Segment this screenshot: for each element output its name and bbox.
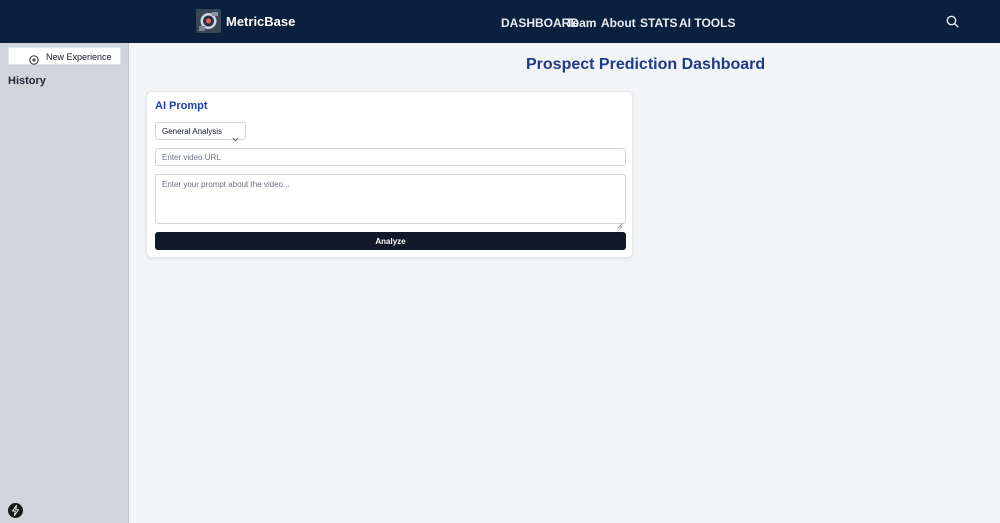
nav-ai-tools[interactable]: AI TOOLS [679,16,735,30]
page-title: Prospect Prediction Dashboard [526,56,766,73]
bolt-icon[interactable] [8,503,23,518]
history-heading: History [8,75,46,87]
card-title: AI Prompt [155,100,208,112]
video-url-input[interactable] [155,148,626,166]
nav-team[interactable]: Team [566,16,596,30]
main-nav: DASHBOARD Team About STATS AI TOOLS [0,16,1000,30]
analysis-type-select[interactable]: General Analysis [155,122,246,142]
new-experience-label: New Experience [46,52,112,62]
chevron-down-icon [232,129,239,142]
analyze-button[interactable]: Analyze [155,232,626,250]
nav-about[interactable]: About [601,16,636,30]
new-experience-button[interactable]: New Experience [8,47,121,65]
top-navbar: MetricBase DASHBOARD Team About STATS AI… [0,0,1000,43]
analysis-type-value: General Analysis [162,127,223,136]
search-icon[interactable] [945,14,960,29]
plus-circle-icon [29,52,39,65]
ai-prompt-card: AI Prompt General Analysis Analyze [146,91,633,258]
resize-grip-icon[interactable] [617,216,623,229]
prompt-textarea[interactable] [155,174,626,224]
nav-stats[interactable]: STATS [640,16,678,30]
sidebar: New Experience History [0,43,129,523]
